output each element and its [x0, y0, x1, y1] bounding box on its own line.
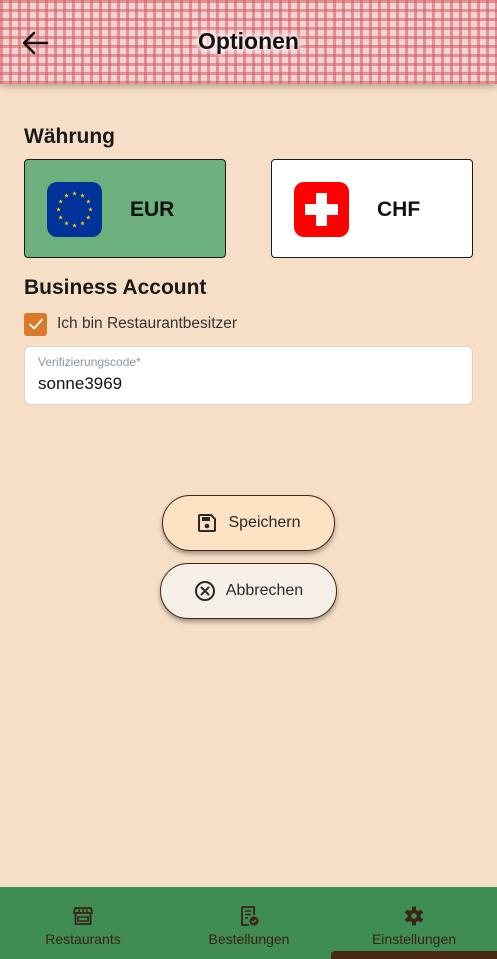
bottom-navigation: Restaurants Bestellungen Einstellungen: [0, 887, 497, 959]
nav-label-bestellungen: Bestellungen: [208, 931, 290, 947]
swiss-flag-icon: [294, 182, 349, 237]
nav-item-bestellungen[interactable]: Bestellungen: [196, 887, 302, 959]
restaurant-owner-checkbox[interactable]: [24, 312, 47, 336]
nav-label-restaurants: Restaurants: [45, 931, 121, 947]
save-button[interactable]: Speichern: [162, 495, 335, 551]
cancel-button[interactable]: Abbrechen: [160, 563, 337, 619]
nav-label-einstellungen: Einstellungen: [371, 931, 457, 947]
nav-item-restaurants[interactable]: Restaurants: [30, 887, 136, 959]
nav-item-einstellungen[interactable]: Einstellungen: [361, 887, 467, 959]
verification-code-field[interactable]: Verifizierungscode*: [24, 346, 473, 405]
x-circle-icon: [194, 580, 216, 602]
order-list-icon: [238, 905, 260, 927]
save-button-label: Speichern: [228, 514, 301, 531]
floppy-disk-icon: [196, 512, 218, 534]
business-section-title: Business Account: [24, 276, 207, 299]
header-bar: Optionen: [0, 0, 497, 84]
currency-code-chf: CHF: [377, 198, 421, 221]
currency-code-eur: EUR: [130, 198, 175, 221]
checkmark-icon: [28, 318, 43, 330]
verification-code-input[interactable]: [38, 374, 458, 394]
cancel-button-label: Abbrechen: [225, 582, 304, 599]
verification-code-label: Verifizierungscode*: [38, 355, 141, 369]
checkbox-label: Ich bin Restaurantbesitzer: [57, 315, 238, 332]
active-nav-indicator: [331, 951, 497, 959]
currency-section-title: Währung: [24, 125, 115, 148]
storefront-icon: [72, 905, 94, 927]
restaurant-owner-checkbox-row[interactable]: Ich bin Restaurantbesitzer: [24, 312, 237, 336]
currency-option-eur[interactable]: EUR: [24, 159, 226, 258]
page-title: Optionen: [198, 28, 299, 54]
currency-option-chf[interactable]: CHF: [271, 159, 473, 258]
eu-flag-icon: [47, 182, 102, 237]
gear-icon: [403, 905, 425, 927]
